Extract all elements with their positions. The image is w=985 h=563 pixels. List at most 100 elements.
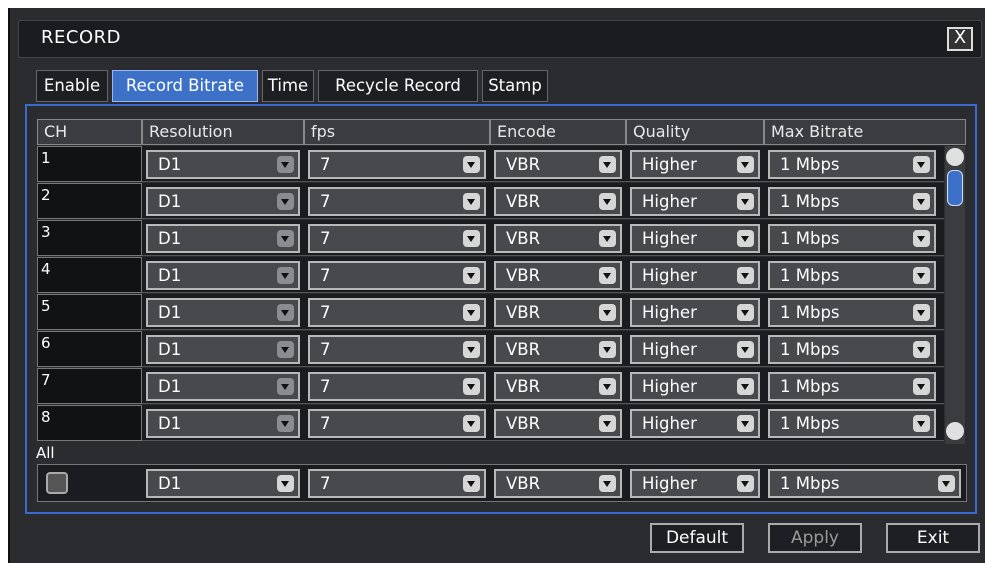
resolution-value: D1 [158,414,182,433]
encode-select[interactable]: VBR [494,298,622,327]
tab-recycle-record[interactable]: Recycle Record [318,70,478,102]
tab-enable[interactable]: Enable [36,70,108,102]
max-bitrate-select[interactable]: 1 Mbps [768,372,936,401]
fps-select[interactable]: 7 [308,224,486,253]
max-bitrate-select[interactable]: 1 Mbps [768,409,936,438]
encode-select[interactable]: VBR [494,409,622,438]
chevron-down-icon [463,267,480,284]
quality-value: Higher [642,303,697,322]
header-resolution: Resolution [142,119,304,145]
chevron-down-icon [737,230,754,247]
encode-select[interactable]: VBR [494,224,622,253]
max-bitrate-select[interactable]: 1 Mbps [768,187,936,216]
quality-select[interactable]: Higher [630,187,760,216]
resolution-select[interactable]: D1 [146,224,300,253]
channel-number: 4 [37,257,142,293]
chevron-down-icon [938,475,955,492]
encode-value: VBR [506,192,541,211]
resolution-select[interactable]: D1 [146,187,300,216]
chevron-down-icon [599,267,616,284]
resolution-select[interactable]: D1 [146,261,300,290]
chevron-down-icon [737,193,754,210]
channel-number: 1 [37,146,142,182]
scroll-thumb[interactable] [947,170,963,206]
tab-time[interactable]: Time [262,70,314,102]
exit-button[interactable]: Exit [886,523,980,553]
encode-select[interactable]: VBR [494,187,622,216]
fps-select[interactable]: 7 [308,409,486,438]
default-button[interactable]: Default [650,523,744,553]
close-button[interactable]: X [947,27,973,51]
resolution-select[interactable]: D1 [146,409,300,438]
max-bitrate-select[interactable]: 1 Mbps [768,150,936,179]
resolution-value: D1 [158,192,182,211]
all-max-bitrate-select[interactable]: 1 Mbps [768,469,961,498]
resolution-select[interactable]: D1 [146,150,300,179]
all-checkbox[interactable] [46,472,68,494]
quality-value: Higher [642,377,697,396]
fps-select[interactable]: 7 [308,187,486,216]
encode-select[interactable]: VBR [494,261,622,290]
max-bitrate-select[interactable]: 1 Mbps [768,224,936,253]
all-quality-value: Higher [642,474,697,493]
tab-stamp[interactable]: Stamp [482,70,548,102]
encode-value: VBR [506,414,541,433]
all-encode-value: VBR [506,474,541,493]
fps-select[interactable]: 7 [308,335,486,364]
max-bitrate-value: 1 Mbps [780,340,840,359]
all-quality-select[interactable]: Higher [630,469,760,498]
fps-value: 7 [320,229,331,248]
all-fps-value: 7 [320,474,331,493]
header-encode: Encode [490,119,626,145]
resolution-select[interactable]: D1 [146,335,300,364]
chevron-down-icon [913,193,930,210]
all-fps-select[interactable]: 7 [308,469,486,498]
channel-number: 3 [37,220,142,256]
chevron-down-icon [599,304,616,321]
fps-select[interactable]: 7 [308,298,486,327]
chevron-down-icon [913,267,930,284]
chevron-down-icon [463,304,480,321]
fps-value: 7 [320,414,331,433]
quality-value: Higher [642,155,697,174]
max-bitrate-value: 1 Mbps [780,414,840,433]
chevron-down-icon [463,193,480,210]
encode-value: VBR [506,340,541,359]
fps-select[interactable]: 7 [308,372,486,401]
scroll-down-icon[interactable] [946,422,964,440]
tab-record-bitrate[interactable]: Record Bitrate [112,70,258,102]
all-resolution-select[interactable]: D1 [146,469,300,498]
max-bitrate-select[interactable]: 1 Mbps [768,261,936,290]
encode-select[interactable]: VBR [494,150,622,179]
quality-select[interactable]: Higher [630,298,760,327]
table-scrollbar[interactable] [945,146,965,444]
quality-value: Higher [642,266,697,285]
chevron-down-icon [277,304,294,321]
quality-select[interactable]: Higher [630,261,760,290]
resolution-value: D1 [158,266,182,285]
fps-value: 7 [320,377,331,396]
resolution-select[interactable]: D1 [146,298,300,327]
resolution-select[interactable]: D1 [146,372,300,401]
chevron-down-icon [463,415,480,432]
quality-select[interactable]: Higher [630,150,760,179]
quality-select[interactable]: Higher [630,224,760,253]
chevron-down-icon [599,475,616,492]
encode-select[interactable]: VBR [494,335,622,364]
scroll-up-icon[interactable] [946,148,964,166]
quality-select[interactable]: Higher [630,372,760,401]
fps-select[interactable]: 7 [308,261,486,290]
apply-button[interactable]: Apply [768,523,862,553]
quality-select[interactable]: Higher [630,335,760,364]
max-bitrate-select[interactable]: 1 Mbps [768,335,936,364]
resolution-value: D1 [158,340,182,359]
close-icon: X [953,27,967,48]
all-encode-select[interactable]: VBR [494,469,622,498]
fps-value: 7 [320,155,331,174]
chevron-down-icon [913,230,930,247]
fps-select[interactable]: 7 [308,150,486,179]
chevron-down-icon [277,378,294,395]
quality-select[interactable]: Higher [630,409,760,438]
max-bitrate-select[interactable]: 1 Mbps [768,298,936,327]
encode-select[interactable]: VBR [494,372,622,401]
